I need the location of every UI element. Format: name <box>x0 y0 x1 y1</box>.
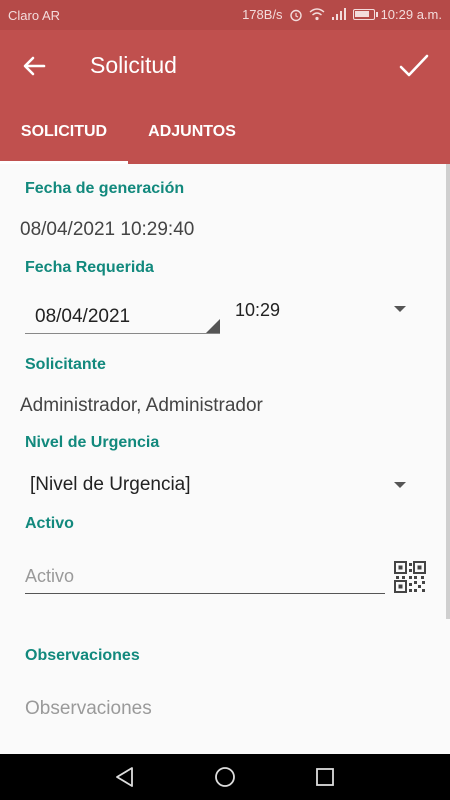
solicitante-value: Administrador, Administrador <box>20 395 263 416</box>
time-dropdown-arrow-icon[interactable] <box>394 306 406 312</box>
fecha-generacion-label: Fecha de generación <box>25 180 185 197</box>
status-bar: Claro AR 178B/s 10:29 a.m. <box>0 0 450 30</box>
nav-home-icon[interactable] <box>214 766 236 788</box>
nivel-urgencia-label: Nivel de Urgencia <box>25 434 160 451</box>
tab-solicitud[interactable]: SOLICITUD <box>0 102 128 164</box>
date-value: 08/04/2021 <box>35 306 131 327</box>
arrow-back-icon[interactable] <box>18 50 50 82</box>
wifi-icon <box>309 8 325 21</box>
nav-recents-icon[interactable] <box>314 766 336 788</box>
solicitante-label: Solicitante <box>25 356 106 373</box>
alarm-icon <box>289 9 302 21</box>
nivel-urgencia-select[interactable]: [Nivel de Urgencia] <box>30 474 191 496</box>
page-title: Solicitud <box>90 52 177 78</box>
battery-icon <box>352 9 378 20</box>
system-nav-bar <box>0 754 450 800</box>
check-icon[interactable] <box>396 48 432 84</box>
observaciones-input[interactable]: Observaciones <box>25 698 152 720</box>
signal-icon <box>331 8 346 20</box>
carrier-name: Claro AR <box>8 8 61 23</box>
data-rate: 178B/s <box>242 7 283 22</box>
activo-placeholder: Activo <box>25 566 75 586</box>
urgencia-dropdown-arrow-icon[interactable] <box>394 482 406 488</box>
fecha-requerida-label: Fecha Requerida <box>25 259 154 276</box>
activo-input[interactable]: Activo <box>25 562 385 594</box>
nav-back-icon[interactable] <box>114 766 136 788</box>
tab-adjuntos[interactable]: ADJUNTOS <box>128 102 256 164</box>
time-picker[interactable]: 10:29 <box>235 300 280 321</box>
status-bar-right: 178B/s 10:29 a.m. <box>242 7 442 22</box>
scrollbar[interactable] <box>446 164 450 619</box>
form-content[interactable]: Fecha de generación 08/04/2021 10:29:40 … <box>0 164 450 754</box>
tab-bar: SOLICITUD ADJUNTOS <box>0 102 450 164</box>
fecha-generacion-value: 08/04/2021 10:29:40 <box>20 219 195 240</box>
activo-label: Activo <box>25 515 74 532</box>
app-toolbar: Solicitud <box>0 30 450 102</box>
dropdown-corner-icon <box>206 319 220 333</box>
date-picker[interactable]: 08/04/2021 <box>25 302 220 334</box>
qr-code-icon[interactable] <box>394 561 426 593</box>
status-time: 10:29 a.m. <box>380 7 442 22</box>
observaciones-label: Observaciones <box>25 647 140 664</box>
